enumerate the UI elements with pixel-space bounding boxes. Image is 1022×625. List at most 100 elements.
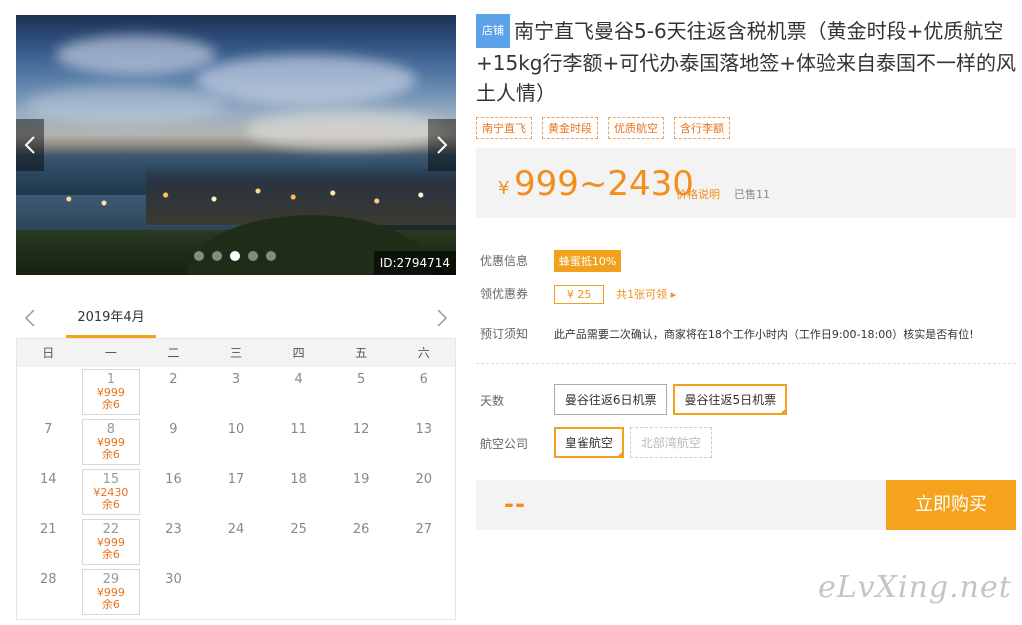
- calendar-week-row: 7 8 ¥999 余6 9 10 11 12 13: [17, 417, 455, 467]
- calendar-cell-wrap: 1 ¥999 余6: [80, 367, 143, 417]
- days-option[interactable]: 曼谷往返6日机票: [553, 384, 668, 415]
- calendar-day: 14: [17, 467, 80, 517]
- calendar-day-available[interactable]: 1 ¥999 余6: [81, 369, 140, 415]
- notice-row: 预订须知 此产品需要二次确认，商家将在18个工作小时内（工作日9:00-18:0…: [480, 325, 974, 342]
- coupon-label: 领优惠券: [480, 287, 529, 301]
- day-number: 22: [102, 522, 120, 537]
- carousel-dot[interactable]: [212, 251, 222, 261]
- calendar-day-available[interactable]: 29 ¥999 余6: [81, 569, 140, 615]
- photo-id: ID:2794714: [373, 251, 456, 275]
- product-title-text: 南宁直飞曼谷5-6天往返含税机票（黄金时段+优质航空+15kg行李额+可代办泰国…: [476, 19, 1016, 105]
- carousel-dots: [194, 251, 276, 261]
- calendar-day: 11: [267, 417, 330, 467]
- day-number: 13: [415, 422, 433, 437]
- calendar-day-available[interactable]: 22 ¥999 余6: [81, 519, 140, 565]
- days-label: 天数: [480, 394, 505, 408]
- calendar-day: [17, 367, 80, 417]
- coupon-row: 领优惠券 ¥ 25 共1张可领 ▸: [480, 285, 676, 304]
- airline-label: 航空公司: [480, 437, 529, 451]
- day-number: 28: [40, 572, 57, 587]
- carousel-next-button[interactable]: [428, 119, 456, 171]
- calendar-day: [330, 567, 393, 617]
- day-number: 2: [169, 372, 178, 387]
- cloud-decor: [56, 35, 216, 75]
- promo-badge: 蜂蜜抵10%: [553, 250, 622, 272]
- calendar-day: 27: [392, 517, 455, 567]
- day-number: 17: [227, 472, 245, 487]
- carousel-prev-button[interactable]: [16, 119, 44, 171]
- calendar-day: 3: [205, 367, 268, 417]
- calendar-day: 6: [392, 367, 455, 417]
- day-number: 4: [294, 372, 303, 387]
- day-stock: 余6: [101, 398, 120, 411]
- calendar-day: 25: [267, 517, 330, 567]
- calendar-body: 1 ¥999 余6 2 3 4 5 6 7 8 ¥999 余6 9 10 11 12 13 14 15 ¥2430 余6…: [17, 367, 455, 617]
- weekday-label: 四: [292, 346, 305, 360]
- calendar-header: 2019年4月: [16, 298, 456, 338]
- calendar-day: 12: [330, 417, 393, 467]
- carousel-dot[interactable]: [230, 251, 240, 261]
- weekday-label: 日: [42, 346, 55, 360]
- airline-option: 北部湾航空: [629, 427, 712, 458]
- total-price-bar: --: [476, 480, 886, 530]
- price-currency: ¥: [498, 178, 510, 199]
- buy-now-button[interactable]: 立即购买: [886, 480, 1016, 530]
- calendar-prev-month-icon[interactable]: [22, 309, 38, 327]
- day-stock: 余6: [101, 448, 120, 461]
- airline-options: 皇雀航空 北部湾航空: [553, 427, 718, 458]
- calendar-day: 20: [392, 467, 455, 517]
- weekday-label: 五: [355, 346, 368, 360]
- calendar-day: 28: [17, 567, 80, 617]
- calendar-day-available[interactable]: 8 ¥999 余6: [81, 419, 140, 465]
- day-number: 20: [415, 472, 433, 487]
- product-title-block: 店铺 南宁直飞曼谷5-6天往返含税机票（黄金时段+优质航空+15kg行李额+可代办…: [476, 14, 1016, 108]
- carousel-dot[interactable]: [194, 251, 204, 261]
- price-explain-link[interactable]: 价格说明: [676, 186, 720, 202]
- day-number: 18: [290, 472, 307, 487]
- day-number: 11: [290, 422, 307, 437]
- calendar-day: 4: [267, 367, 330, 417]
- calendar-month-tab[interactable]: 2019年4月: [66, 298, 156, 338]
- calendar-cell-wrap: 29 ¥999 余6: [80, 567, 143, 617]
- site-watermark: eLvXing.net: [818, 570, 1012, 605]
- airline-option[interactable]: 皇雀航空: [553, 427, 624, 458]
- day-number: 6: [419, 372, 428, 387]
- notice-label: 预订须知: [480, 327, 529, 341]
- calendar-next-month-icon[interactable]: [434, 309, 450, 327]
- weekday-label: 三: [230, 346, 243, 360]
- coupon-ticket[interactable]: ¥ 25: [553, 285, 605, 304]
- calendar-cell-wrap: 8 ¥999 余6: [80, 417, 143, 467]
- price-box: ¥ 999~2430 价格说明 已售11: [476, 148, 1016, 218]
- calendar-day: 23: [142, 517, 205, 567]
- promo-row: 优惠信息 蜂蜜抵10%: [480, 250, 622, 272]
- days-option[interactable]: 曼谷往返5日机票: [673, 384, 788, 415]
- calendar-cell-wrap: 22 ¥999 余6: [80, 517, 143, 567]
- calendar-day: [392, 567, 455, 617]
- feature-tag: 黄金时段: [542, 117, 598, 139]
- calendar-cell-wrap: 15 ¥2430 余6: [80, 467, 143, 517]
- weekday-label: 二: [167, 346, 180, 360]
- calendar-day: 21: [17, 517, 80, 567]
- day-number: 14: [40, 472, 57, 487]
- calendar-day: [205, 567, 268, 617]
- caret-right-icon: ▸: [670, 288, 677, 301]
- calendar-day: 5: [330, 367, 393, 417]
- carousel-dot[interactable]: [266, 251, 276, 261]
- coupon-claim-link[interactable]: 共1张可领 ▸: [616, 288, 676, 301]
- shop-badge[interactable]: 店铺: [476, 14, 510, 48]
- calendar-day: 30: [142, 567, 205, 617]
- calendar-day-available[interactable]: 15 ¥2430 余6: [81, 469, 140, 515]
- day-number: 27: [415, 522, 433, 537]
- total-price-placeholder: --: [504, 490, 526, 518]
- day-number: 5: [357, 372, 366, 387]
- day-stock: 余6: [101, 598, 120, 611]
- calendar-day: 17: [205, 467, 268, 517]
- day-stock: 余6: [101, 548, 120, 561]
- day-number: 21: [40, 522, 57, 537]
- day-number: 15: [102, 472, 120, 487]
- chevron-left-icon: [24, 136, 35, 154]
- product-title: 店铺 南宁直飞曼谷5-6天往返含税机票（黄金时段+优质航空+15kg行李额+可代办…: [476, 14, 1016, 108]
- cloud-decor: [26, 85, 226, 125]
- calendar-weekday-row: 日一二三四五六: [17, 339, 455, 367]
- carousel-dot[interactable]: [248, 251, 258, 261]
